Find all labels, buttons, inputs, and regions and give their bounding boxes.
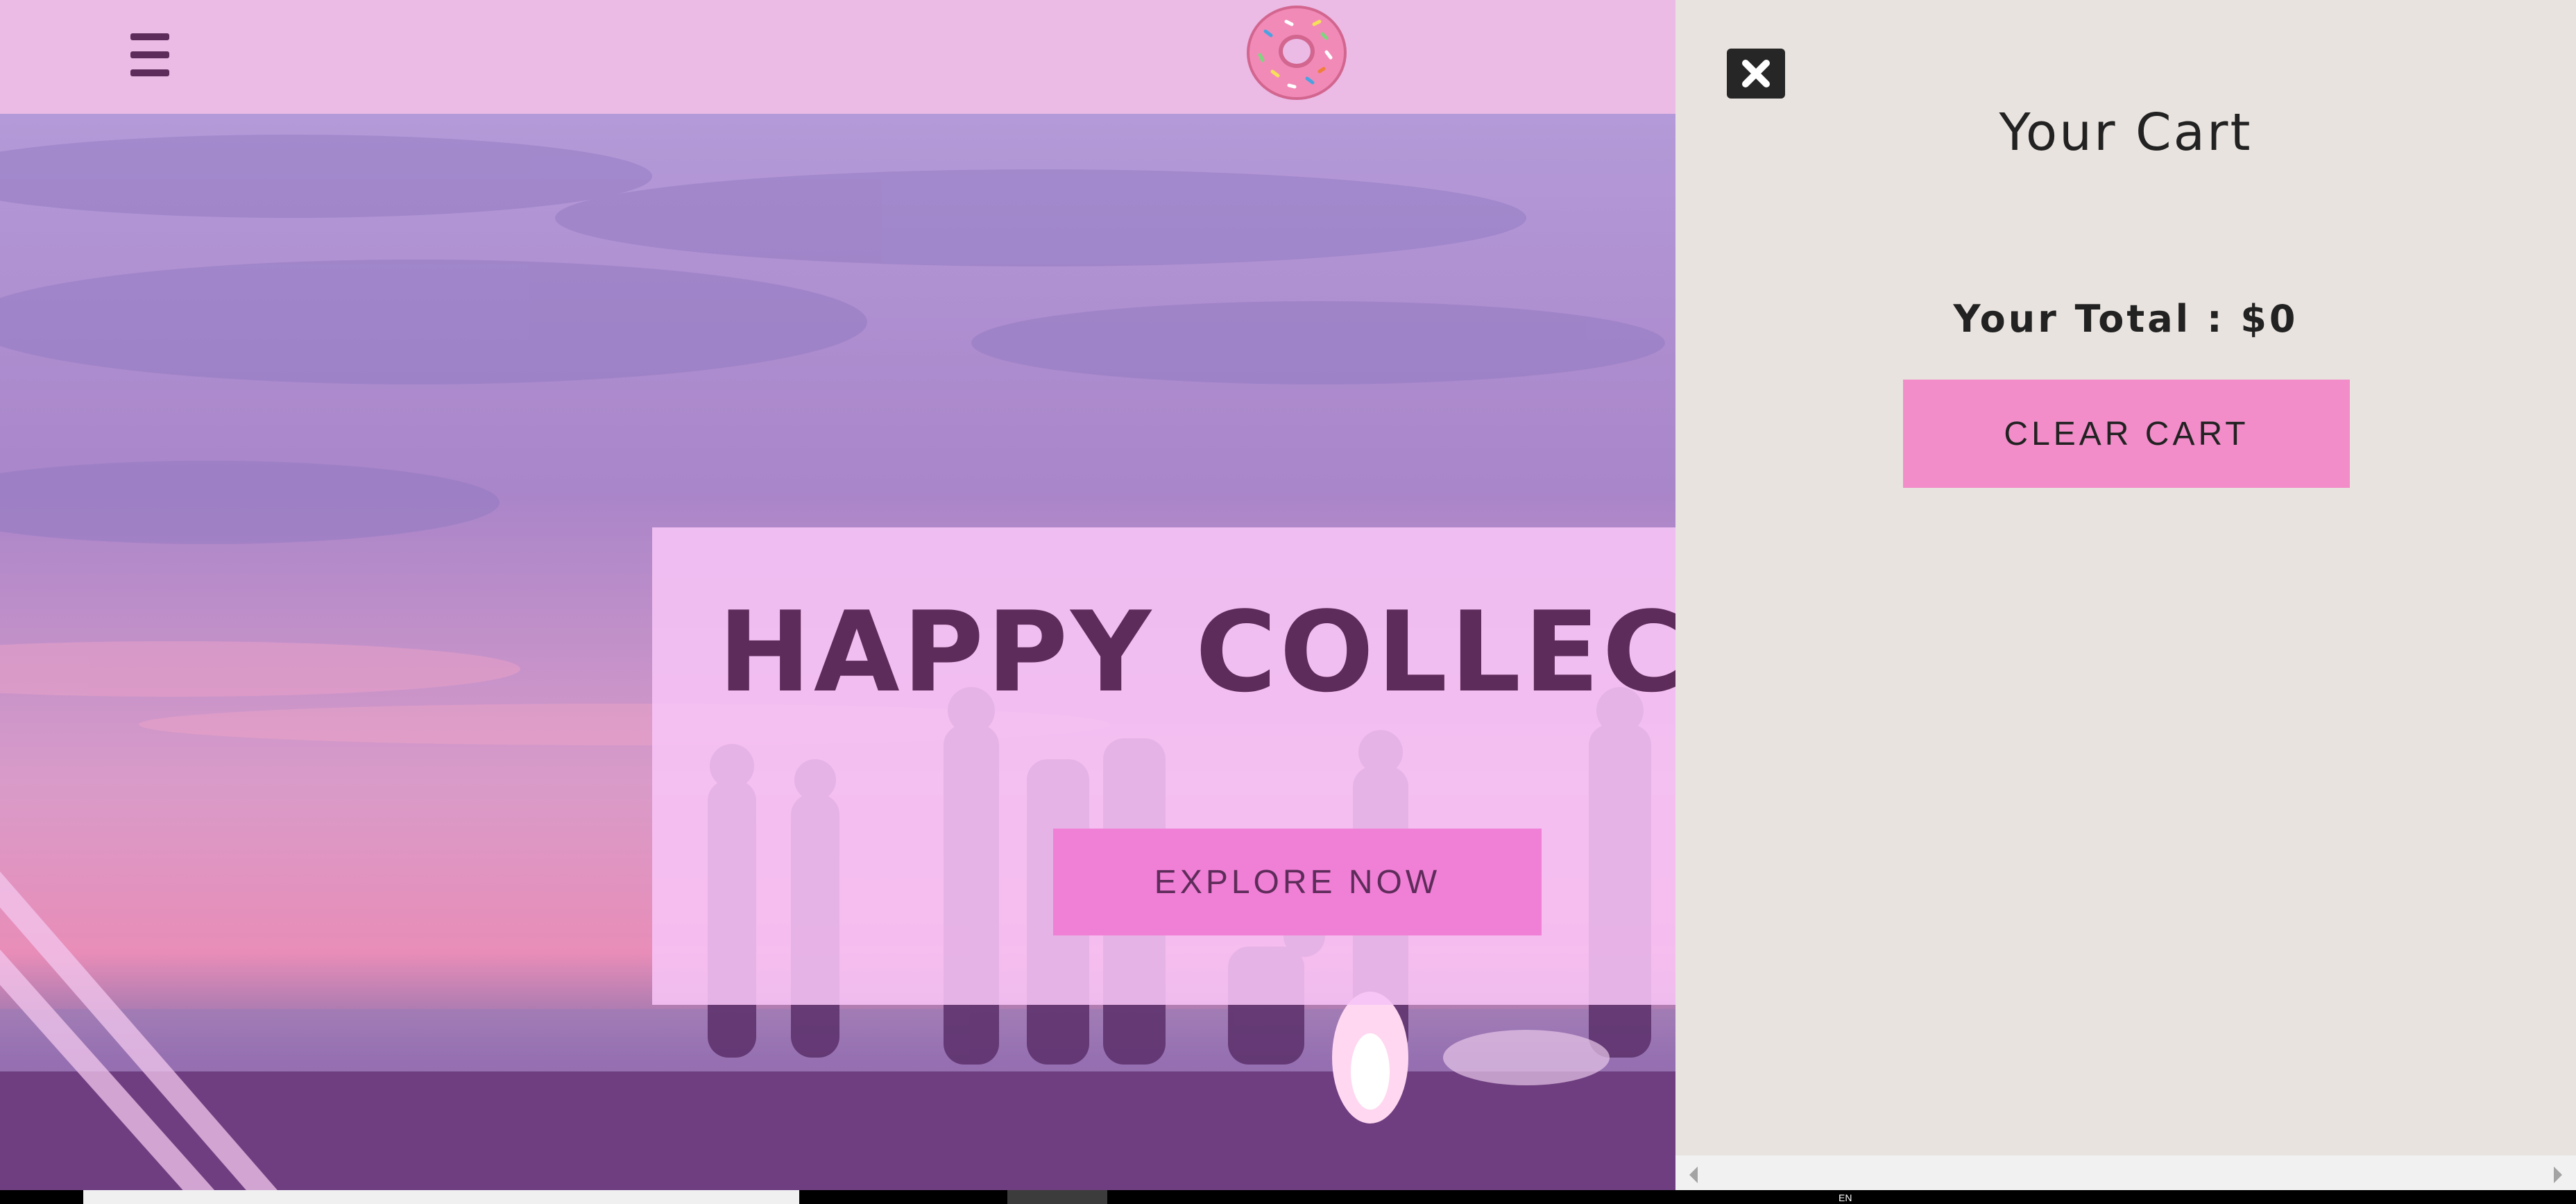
cart-panel: Your Cart Your Total : $0 CLEAR CART [1675,0,2576,1190]
taskbar-language-label: EN [1839,1192,1852,1203]
close-x-icon [1742,60,1770,87]
cart-total: Your Total : $0 [1953,297,2298,341]
top-navbar [0,0,1675,114]
taskbar-search-box[interactable] [83,1190,799,1204]
donut-logo-icon[interactable] [1245,3,1349,102]
horizontal-scrollbar[interactable] [1675,1155,2576,1190]
scroll-right-arrow-icon[interactable] [2554,1167,2562,1183]
bottom-taskbar: EN [0,1190,2576,1204]
hero-banner: HAPPY COLLECTI EXPLORE NOW [652,527,1675,1005]
hero-section: HAPPY COLLECTI EXPLORE NOW [0,114,1675,1190]
close-cart-button[interactable] [1727,49,1785,99]
clear-cart-button[interactable]: CLEAR CART [1903,380,2350,488]
hamburger-menu-icon[interactable] [125,31,180,79]
hero-title: HAPPY COLLECTI [718,587,1675,717]
cart-title: Your Cart [1999,103,2253,162]
taskbar-active-item[interactable] [1007,1190,1107,1204]
main-page: HAPPY COLLECTI EXPLORE NOW [0,0,1675,1190]
explore-now-button[interactable]: EXPLORE NOW [1053,829,1542,935]
scroll-left-arrow-icon[interactable] [1689,1167,1698,1183]
